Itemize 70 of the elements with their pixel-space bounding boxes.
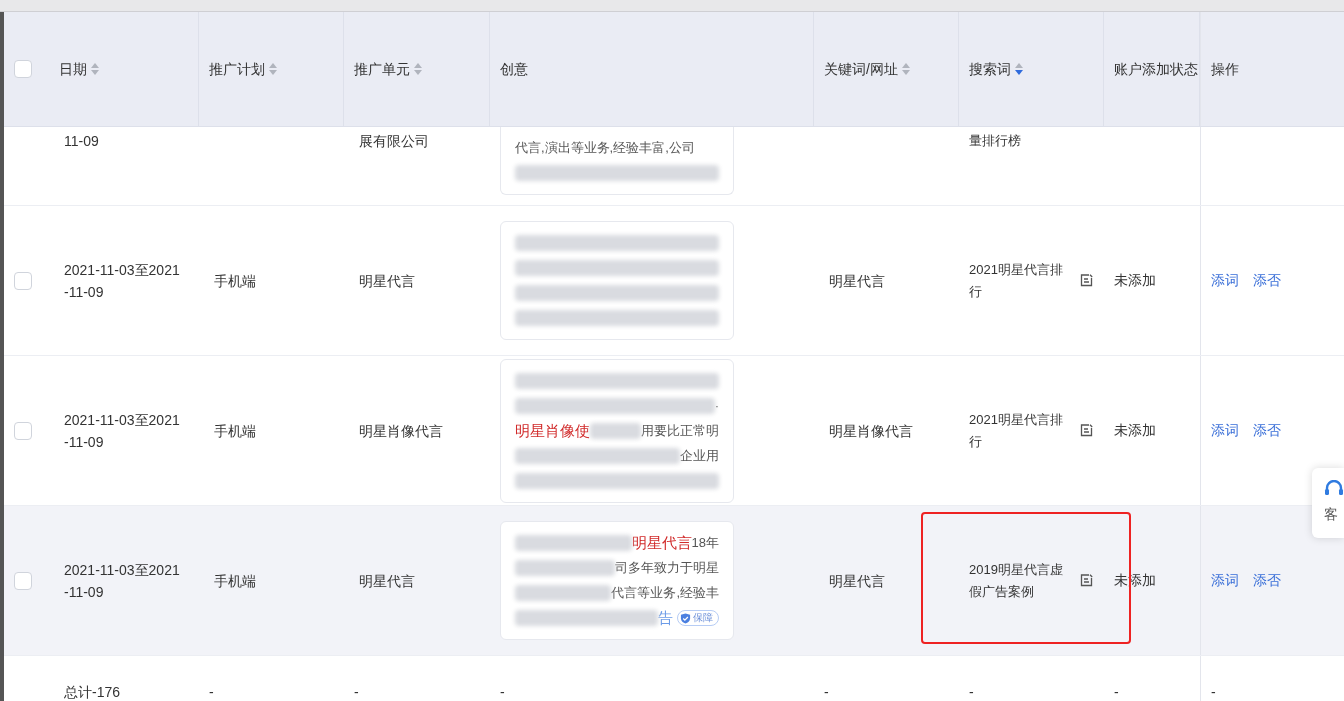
search-term-cell-text: 2021明星代言排行 bbox=[969, 410, 1064, 451]
edit-icon[interactable] bbox=[1080, 574, 1093, 587]
search-term-cell-text: 量排行榜 bbox=[969, 132, 1022, 150]
edit-icon[interactable] bbox=[1080, 424, 1093, 437]
shield-check-icon bbox=[680, 612, 691, 624]
action-link[interactable]: 添词 bbox=[1211, 570, 1239, 591]
keyword-cell-text: 明星肖像代言 bbox=[829, 421, 914, 441]
status-cell-text: 未添加 bbox=[1114, 271, 1156, 290]
sort-icon[interactable] bbox=[1015, 63, 1023, 75]
search-term-cell-text: 2019明星代言虚假广告案例 bbox=[969, 560, 1064, 601]
action-link[interactable]: 添词 bbox=[1211, 270, 1239, 291]
plan-cell-text: 手机端 bbox=[214, 271, 257, 291]
date-cell-text: 2021-11-03至2021-11-09 bbox=[64, 260, 181, 302]
plan-cell-text: 手机端 bbox=[214, 571, 257, 591]
action-link[interactable]: 添否 bbox=[1253, 570, 1281, 591]
search-term-cell-text: 2021明星代言排行 bbox=[969, 260, 1064, 301]
total-cell: - bbox=[969, 684, 974, 700]
ad-text: 代言,演出等业务,经验丰富,公司 bbox=[515, 139, 695, 157]
table-row[interactable]: 11-09 展有限公司 代言,演出等业务,经验丰富,公司 量排行榜 bbox=[4, 127, 1344, 206]
blurred-text bbox=[590, 422, 641, 439]
date-cell-text: 2021-11-03至2021-11-09 bbox=[64, 410, 181, 452]
plan-cell-text: 手机端 bbox=[214, 421, 257, 441]
total-cell: - bbox=[1114, 684, 1119, 700]
total-cell: - bbox=[1211, 684, 1216, 700]
ad-text: 用要比正常明 bbox=[641, 421, 719, 440]
ad-text: 明星肖像使 bbox=[515, 420, 590, 441]
sort-icon[interactable] bbox=[901, 63, 910, 75]
ad-text: 18年 bbox=[691, 534, 719, 552]
ad-text: · bbox=[714, 396, 719, 415]
column-header: 关键词/网址 bbox=[824, 59, 898, 79]
action-link[interactable]: 添词 bbox=[1211, 420, 1239, 441]
table-row[interactable]: 2021-11-03至2021-11-09 手机端 明星代言 明星代言 2021明星代言排行 未添加 添词 添否 bbox=[4, 206, 1344, 356]
column-header: 操作 bbox=[1211, 59, 1239, 79]
sort-icon[interactable] bbox=[269, 63, 277, 75]
action-link[interactable]: 添否 bbox=[1253, 270, 1281, 291]
total-cell: - bbox=[824, 684, 829, 700]
ad-link[interactable]: 告 bbox=[658, 607, 673, 629]
action-link[interactable]: 添否 bbox=[1253, 420, 1281, 441]
ad-text: 企业用 bbox=[680, 446, 719, 465]
ad-text: 明星代言 bbox=[631, 533, 692, 553]
headset-icon bbox=[1324, 480, 1344, 498]
sort-icon[interactable] bbox=[414, 63, 422, 75]
date-cell-text: 11-09 bbox=[64, 132, 100, 151]
total-cell: - bbox=[500, 684, 505, 700]
edit-icon[interactable] bbox=[1080, 274, 1093, 287]
customer-service-widget[interactable]: 客 bbox=[1312, 468, 1344, 538]
unit-cell-text: 明星代言 bbox=[359, 571, 416, 591]
column-header: 账户添加状态 bbox=[1114, 59, 1198, 79]
keyword-cell-text: 明星代言 bbox=[829, 271, 886, 291]
row-checkbox[interactable] bbox=[14, 271, 32, 290]
date-cell-text: 2021-11-03至2021-11-09 bbox=[64, 560, 181, 602]
total-cell: - bbox=[354, 684, 359, 700]
column-header: 日期 bbox=[59, 59, 87, 79]
unit-cell-text: 展有限公司 bbox=[359, 132, 430, 151]
column-header: 推广单元 bbox=[354, 59, 410, 79]
column-header: 推广计划 bbox=[209, 59, 265, 79]
row-checkbox[interactable] bbox=[14, 571, 32, 590]
column-header: 创意 bbox=[500, 59, 528, 79]
ad-text: 司多年致力于明星 bbox=[615, 559, 719, 577]
keyword-cell-text: 明星代言 bbox=[829, 571, 886, 591]
sort-icon[interactable] bbox=[91, 63, 99, 75]
total-cell: - bbox=[209, 684, 214, 700]
ad-text: 代言等业务,经验丰 bbox=[611, 584, 719, 602]
unit-cell-text: 明星代言 bbox=[359, 271, 416, 291]
total-label: 总计-176 bbox=[64, 684, 121, 700]
status-cell-text: 未添加 bbox=[1114, 421, 1156, 440]
column-header: 搜索词 bbox=[969, 59, 1011, 79]
row-checkbox[interactable] bbox=[14, 421, 32, 440]
select-all-checkbox[interactable] bbox=[14, 60, 32, 78]
unit-cell-text: 明星肖像代言 bbox=[359, 421, 444, 441]
